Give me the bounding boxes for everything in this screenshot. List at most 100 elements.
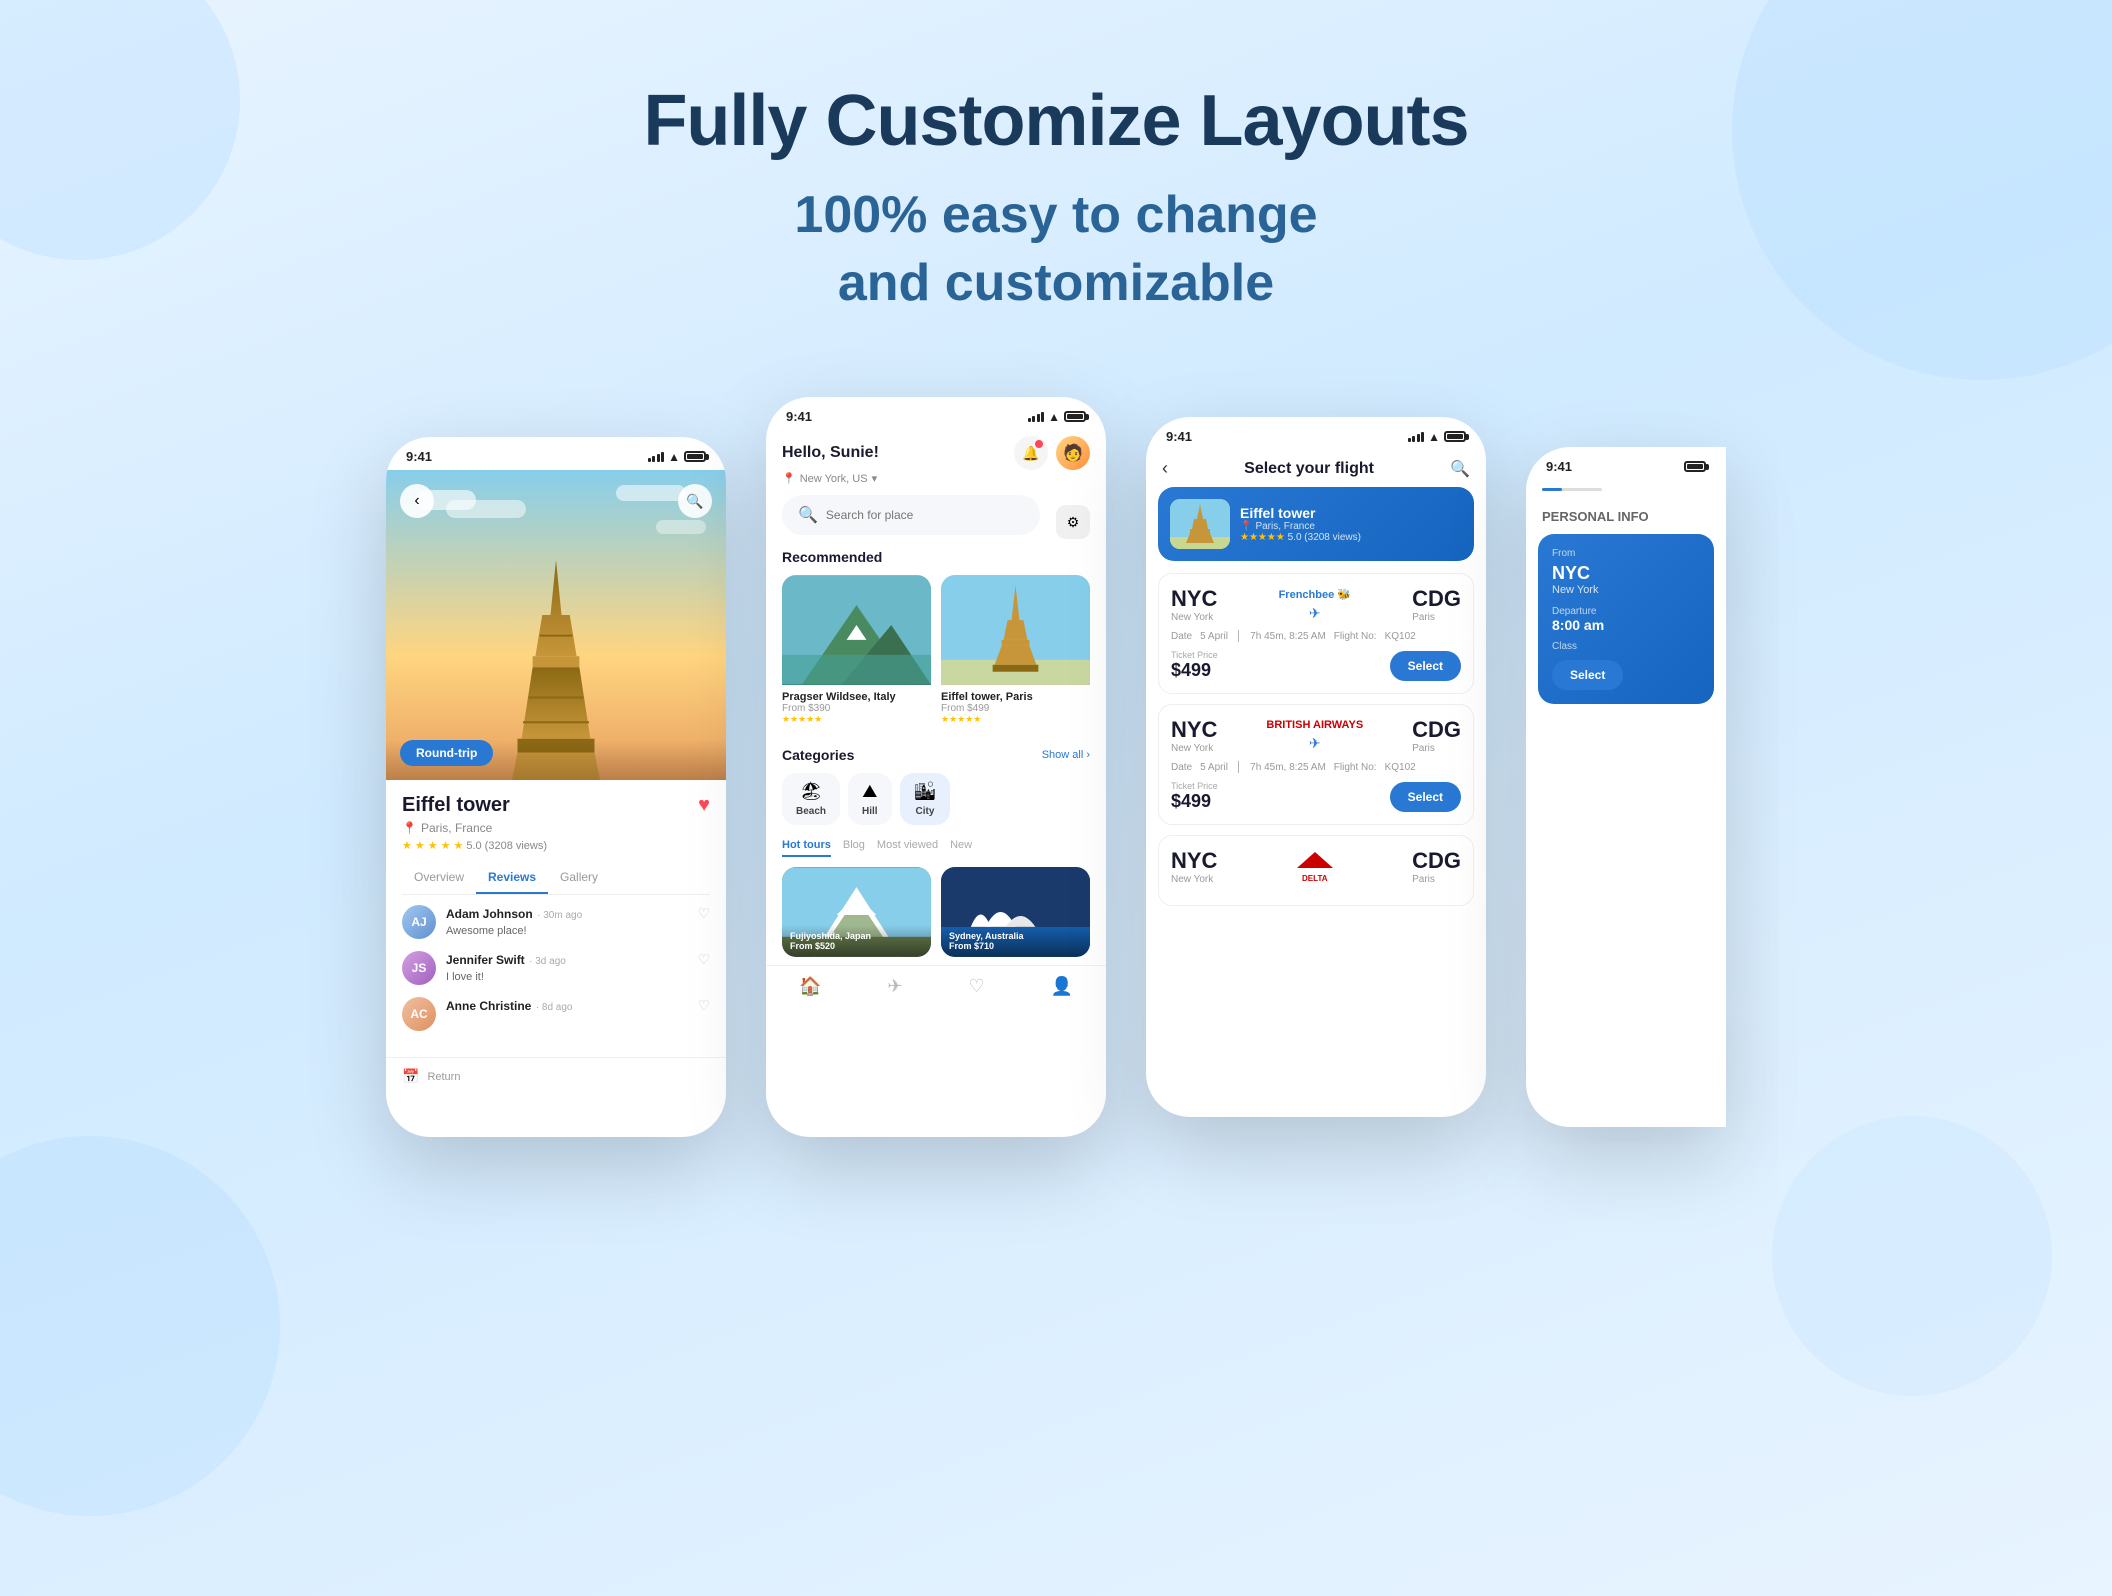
tab-blog[interactable]: Blog (843, 839, 865, 857)
status-bar-3: 9:41 ▲ (1146, 417, 1486, 450)
battery-icon-2 (1064, 411, 1086, 422)
return-label: Return (427, 1071, 460, 1083)
to-airport-3: CDG Paris (1412, 848, 1461, 885)
filter-button[interactable]: ⚙ (1056, 505, 1090, 539)
status-icons-1: ▲ (648, 450, 706, 464)
subtitle-line1: 100% easy to change (794, 186, 1317, 244)
nav-flights[interactable]: ✈ (887, 976, 902, 997)
back-button[interactable]: ‹ (400, 484, 434, 518)
tour-grid: Fujiyoshida, Japan From $520 (782, 867, 1090, 957)
tab-gallery[interactable]: Gallery (548, 862, 610, 894)
phone-flight: 9:41 ▲ ‹ Select your flight 🔍 (1146, 417, 1486, 1117)
section-categories-title: Categories (782, 747, 854, 763)
phone-detail: 9:41 ▲ (386, 437, 726, 1137)
mountain-image (782, 575, 931, 685)
notif-avatar-row: 🔔 🧑 (1014, 436, 1090, 470)
phone1-info: Eiffel tower ♥ 📍 Paris, France ★ ★ ★ ★ ★… (386, 780, 726, 1057)
battery-icon (684, 451, 706, 462)
signal-bars-3 (1408, 432, 1425, 442)
wifi-icon-3: ▲ (1428, 430, 1440, 444)
nav-home[interactable]: 🏠 (799, 976, 821, 997)
star-3: ★ (428, 839, 438, 852)
review-item-3: AC Anne Christine · 8d ago ♡ (402, 997, 710, 1031)
cloud-3 (616, 485, 686, 501)
bottom-nav: 🏠 ✈ ♡ 👤 (766, 965, 1106, 1007)
airline-name-3: DELTA (1302, 874, 1327, 883)
tab-hot-tours[interactable]: Hot tours (782, 839, 831, 857)
nav-favorites[interactable]: ♡ (968, 976, 984, 997)
hero-image: ‹ 🔍 Round-trip (386, 470, 726, 780)
flight-no-val-2: KQ102 (1385, 762, 1416, 773)
search-icon-flight[interactable]: 🔍 (1450, 459, 1470, 479)
cat-city-label: City (916, 806, 935, 817)
location-text: Paris, France (421, 821, 492, 835)
battery-icon-3 (1444, 431, 1466, 442)
flight-title: Select your flight (1244, 460, 1374, 478)
tab-overview[interactable]: Overview (402, 862, 476, 894)
user-avatar[interactable]: 🧑 (1056, 436, 1090, 470)
dest-thumbnail (1170, 499, 1230, 549)
tab-row: Overview Reviews Gallery (402, 862, 710, 895)
dest-info: Eiffel tower 📍 Paris, France ★★★★★ 5.0 (… (1240, 505, 1462, 543)
search-bar[interactable]: 🔍 (782, 495, 1040, 535)
cloud-4 (656, 520, 706, 534)
notification-dot (1035, 440, 1043, 448)
signal-bar-4 (661, 452, 664, 462)
tab-most-viewed[interactable]: Most viewed (877, 839, 938, 857)
booking-from-code: NYC (1552, 563, 1700, 584)
select-button-2[interactable]: Select (1390, 782, 1461, 812)
airline-logo-3: DELTA (1295, 850, 1335, 883)
tour-card-1[interactable]: Fujiyoshida, Japan From $520 (782, 867, 931, 957)
search-input[interactable] (826, 508, 1024, 522)
cloud-2 (446, 500, 526, 518)
plane-icon-1: ✈ (1309, 605, 1321, 622)
cat-beach[interactable]: 🏖 Beach (782, 773, 840, 825)
star-4: ★ (441, 839, 451, 852)
like-icon-2[interactable]: ♡ (697, 951, 710, 968)
back-arrow-flight[interactable]: ‹ (1162, 458, 1168, 479)
booking-from-label: From (1552, 548, 1700, 559)
heart-icon[interactable]: ♥ (698, 794, 710, 817)
location-text-2: New York, US (800, 473, 868, 485)
cat-city[interactable]: 🏙 City (900, 773, 951, 825)
ticket-price-2: $499 (1171, 791, 1218, 812)
tab-new[interactable]: New (950, 839, 972, 857)
show-all-button[interactable]: Show all › (1042, 749, 1090, 761)
location-pin: 📍 (402, 821, 417, 835)
rec-card-1[interactable]: Pragser Wildsee, Italy From $390 ★★★★★ (782, 575, 931, 731)
review-item-1: AJ Adam Johnson · 30m ago Awesome place!… (402, 905, 710, 939)
rec-stars-1: ★★★★★ (782, 714, 931, 725)
signal-bar-3 (657, 454, 660, 462)
rec-card-2[interactable]: Eiffel tower, Paris From $499 ★★★★★ (941, 575, 1090, 731)
phones-container: 9:41 ▲ (0, 377, 2112, 1137)
rec-card-info-1: Pragser Wildsee, Italy From $390 ★★★★★ (782, 685, 931, 731)
nav-profile[interactable]: 👤 (1051, 976, 1073, 997)
status-time-4: 9:41 (1546, 459, 1572, 474)
from-airport-1: NYC New York (1171, 586, 1217, 623)
tab-reviews[interactable]: Reviews (476, 862, 548, 894)
hello-text: Hello, Sunie! (782, 444, 879, 462)
select-button-1[interactable]: Select (1390, 651, 1461, 681)
cat-hill[interactable]: ⛰ Hill (848, 773, 892, 825)
star-1: ★ (402, 839, 412, 852)
notification-button[interactable]: 🔔 (1014, 436, 1048, 470)
status-icons-2: ▲ (1028, 410, 1086, 424)
location-row[interactable]: 📍 New York, US ▾ (782, 472, 1090, 485)
like-icon-1[interactable]: ♡ (697, 905, 710, 922)
place-title: Eiffel tower (402, 794, 510, 817)
search-button-hero[interactable]: 🔍 (678, 484, 712, 518)
place-location: 📍 Paris, France (402, 821, 710, 835)
class-select-button[interactable]: Select (1552, 660, 1623, 690)
to-airport-2: CDG Paris (1412, 717, 1461, 754)
hill-icon: ⛰ (862, 781, 877, 802)
s4 (1041, 412, 1044, 422)
bg-decoration-br (1772, 1116, 2052, 1396)
rec-name-1: Pragser Wildsee, Italy (782, 691, 931, 703)
dest-name: Eiffel tower (1240, 505, 1462, 521)
flight-date-label-2: Date (1171, 762, 1192, 773)
tour-card-2[interactable]: Sydney, Australia From $710 (941, 867, 1090, 957)
dest-eiffel-svg (1170, 499, 1230, 549)
cat-hill-label: Hill (862, 806, 878, 817)
round-trip-badge[interactable]: Round-trip (400, 740, 493, 766)
like-icon-3[interactable]: ♡ (697, 997, 710, 1014)
